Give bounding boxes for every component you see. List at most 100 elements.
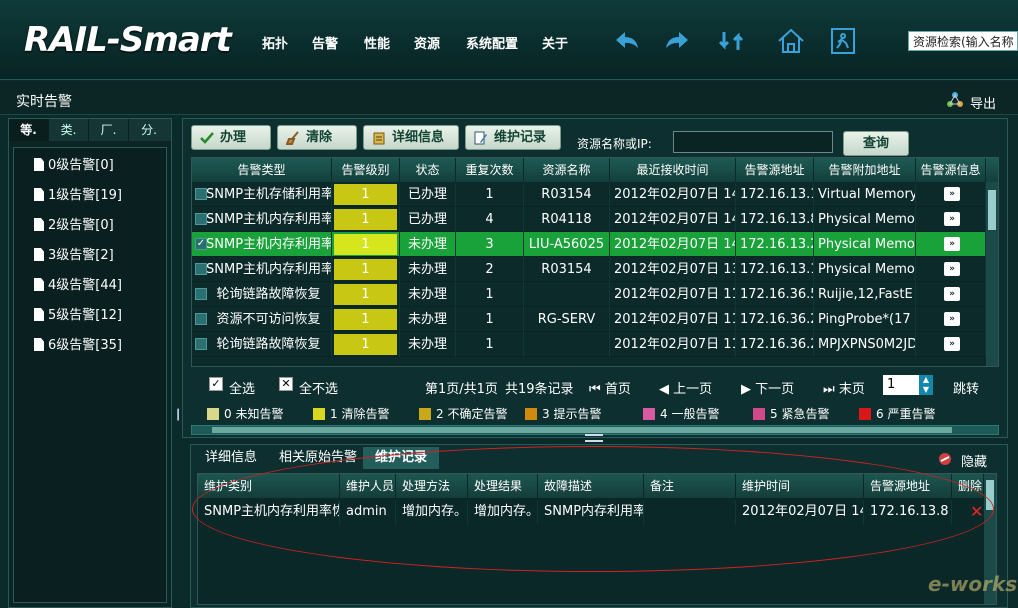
alarm-table-scrollbar[interactable] <box>986 182 998 366</box>
select-all-label[interactable]: 全选 <box>229 378 255 397</box>
level-item-0[interactable]: 0级告警[0] <box>34 154 114 173</box>
tab-level[interactable]: 等. <box>9 119 49 141</box>
jump-button[interactable]: 跳转 <box>953 378 979 397</box>
col-maint-result[interactable]: 处理结果 <box>468 474 538 498</box>
row-checkbox[interactable] <box>195 338 207 350</box>
scroll-thumb[interactable] <box>212 427 952 433</box>
source-info-button[interactable]: » <box>944 262 960 276</box>
source-info-cell[interactable]: » <box>916 282 986 307</box>
export-icon[interactable] <box>946 91 964 109</box>
query-button[interactable]: 查询 <box>843 131 909 156</box>
source-info-button[interactable]: » <box>944 287 960 301</box>
table-row[interactable]: 轮询链路故障恢复 1 未办理 1 2012年02月07日 11 172.16.36.2 MP… <box>192 332 986 357</box>
menu-about[interactable]: 关于 <box>542 33 568 52</box>
row-checkbox[interactable] <box>195 213 207 225</box>
horizontal-splitter-handle[interactable] <box>585 434 603 442</box>
resource-name-input[interactable] <box>673 131 833 153</box>
hide-icon[interactable] <box>937 451 953 467</box>
col-note[interactable]: 备注 <box>644 474 736 498</box>
tab-related-raw-alarms[interactable]: 相关原始告警 <box>267 447 369 469</box>
level-item-1[interactable]: 1级告警[19] <box>34 184 122 203</box>
back-arrow-icon[interactable] <box>612 26 642 56</box>
page-number-input[interactable]: 1 <box>883 375 919 395</box>
select-all-checkbox[interactable]: ✓ <box>209 377 223 391</box>
select-none-label[interactable]: 全不选 <box>299 378 338 397</box>
scroll-thumb[interactable] <box>986 480 994 510</box>
level-item-5[interactable]: 5级告警[12] <box>34 304 122 323</box>
col-extra-address[interactable]: 告警附加地址 <box>814 158 916 182</box>
delete-record-icon[interactable]: ✕ <box>970 502 983 521</box>
exit-icon[interactable] <box>828 26 858 56</box>
last-page-button[interactable]: ⏭ 末页 <box>823 378 865 397</box>
forward-arrow-icon[interactable] <box>662 26 692 56</box>
col-status[interactable]: 状态 <box>400 158 456 182</box>
menu-system-config[interactable]: 系统配置 <box>466 33 518 52</box>
tab-type[interactable]: 类. <box>49 119 89 141</box>
scroll-thumb[interactable] <box>988 190 996 230</box>
table-row[interactable]: 资源不可访问恢复 1 未办理 1 RG-SERV 2012年02月07日 11 172.16… <box>192 307 986 332</box>
table-row[interactable]: ✓ SNMP主机内存利用率 1 未办理 3 LIU-A56025 2012年02月07日 1… <box>192 232 986 257</box>
table-row[interactable]: 轮询链路故障恢复 1 未办理 1 2012年02月07日 11 172.16.36.5 Ru… <box>192 282 986 307</box>
menu-resource[interactable]: 资源 <box>414 33 440 52</box>
tab-group[interactable]: 分. <box>129 119 169 141</box>
resource-search-input[interactable]: 资源检索(输入名称 <box>908 31 1018 51</box>
source-info-cell[interactable]: » <box>916 307 986 332</box>
vertical-splitter-handle[interactable]: ┃ <box>175 410 181 430</box>
col-alarm-level[interactable]: 告警级别 <box>332 158 400 182</box>
col-fault-desc[interactable]: 故障描述 <box>538 474 644 498</box>
col-maint-time[interactable]: 维护时间 <box>736 474 864 498</box>
col-delete[interactable]: 删除 <box>952 474 984 498</box>
page-spinner[interactable]: ▲ ▼ <box>919 375 933 395</box>
next-page-button[interactable]: ▶ 下一页 <box>741 378 794 397</box>
tab-vendor[interactable]: 厂. <box>89 119 129 141</box>
handle-button[interactable]: 办理 <box>191 125 271 150</box>
source-info-button[interactable]: » <box>944 312 960 326</box>
source-info-button[interactable]: » <box>944 237 960 251</box>
export-button[interactable]: 导出 <box>970 93 996 112</box>
menu-topology[interactable]: 拓扑 <box>262 33 288 52</box>
home-icon[interactable] <box>776 26 806 56</box>
details-button[interactable]: 详细信息 <box>363 125 459 150</box>
table-row[interactable]: SNMP主机存储利用率 1 已办理 1 R03154 2012年02月07日 14 172.… <box>192 182 986 207</box>
row-checkbox[interactable]: ✓ <box>195 238 207 250</box>
col-alarm-type[interactable]: 告警类型 <box>192 158 332 182</box>
select-none-checkbox[interactable]: ✕ <box>279 377 293 391</box>
tab-details[interactable]: 详细信息 <box>193 447 269 469</box>
row-checkbox[interactable] <box>195 313 207 325</box>
clear-button[interactable]: 清除 <box>277 125 357 150</box>
first-page-button[interactable]: ⏮ 首页 <box>589 378 631 397</box>
menu-alarm[interactable]: 告警 <box>312 33 338 52</box>
hide-button[interactable]: 隐藏 <box>961 451 987 470</box>
col-maint-person[interactable]: 维护人员 <box>340 474 396 498</box>
level-item-4[interactable]: 4级告警[44] <box>34 274 122 293</box>
maintenance-button[interactable]: 维护记录 <box>465 125 561 150</box>
table-row[interactable]: SNMP主机内存利用率 1 未办理 2 R03154 2012年02月07日 13 172.… <box>192 257 986 282</box>
source-info-cell[interactable]: » <box>916 182 986 207</box>
source-info-cell[interactable]: » <box>916 332 986 357</box>
source-info-button[interactable]: » <box>944 337 960 351</box>
prev-page-button[interactable]: ◀ 上一页 <box>659 378 712 397</box>
col-maint-category[interactable]: 维护类别 <box>198 474 340 498</box>
source-info-cell[interactable]: » <box>916 207 986 232</box>
row-checkbox[interactable] <box>195 288 207 300</box>
level-item-6[interactable]: 6级告警[35] <box>34 334 122 353</box>
source-info-cell[interactable]: » <box>916 257 986 282</box>
source-info-button[interactable]: » <box>944 187 960 201</box>
row-checkbox[interactable] <box>195 188 207 200</box>
col-maint-source[interactable]: 告警源地址 <box>864 474 952 498</box>
level-item-3[interactable]: 3级告警[2] <box>34 244 114 263</box>
col-maint-method[interactable]: 处理方法 <box>396 474 468 498</box>
source-info-cell[interactable]: » <box>916 232 986 257</box>
level-item-2[interactable]: 2级告警[0] <box>34 214 114 233</box>
table-row[interactable]: SNMP主机内存利用率 1 已办理 4 R04118 2012年02月07日 14 172.… <box>192 207 986 232</box>
menu-performance[interactable]: 性能 <box>364 33 390 52</box>
col-repeat-count[interactable]: 重复次数 <box>456 158 524 182</box>
tab-maintenance-records[interactable]: 维护记录 <box>363 447 440 469</box>
col-source-info[interactable]: 告警源信息 <box>916 158 986 182</box>
refresh-icon[interactable] <box>716 26 746 56</box>
col-resource-name[interactable]: 资源名称 <box>524 158 610 182</box>
col-source-address[interactable]: 告警源地址 <box>736 158 814 182</box>
col-last-received[interactable]: 最近接收时间 <box>610 158 736 182</box>
row-checkbox[interactable] <box>195 263 207 275</box>
source-info-button[interactable]: » <box>944 212 960 226</box>
